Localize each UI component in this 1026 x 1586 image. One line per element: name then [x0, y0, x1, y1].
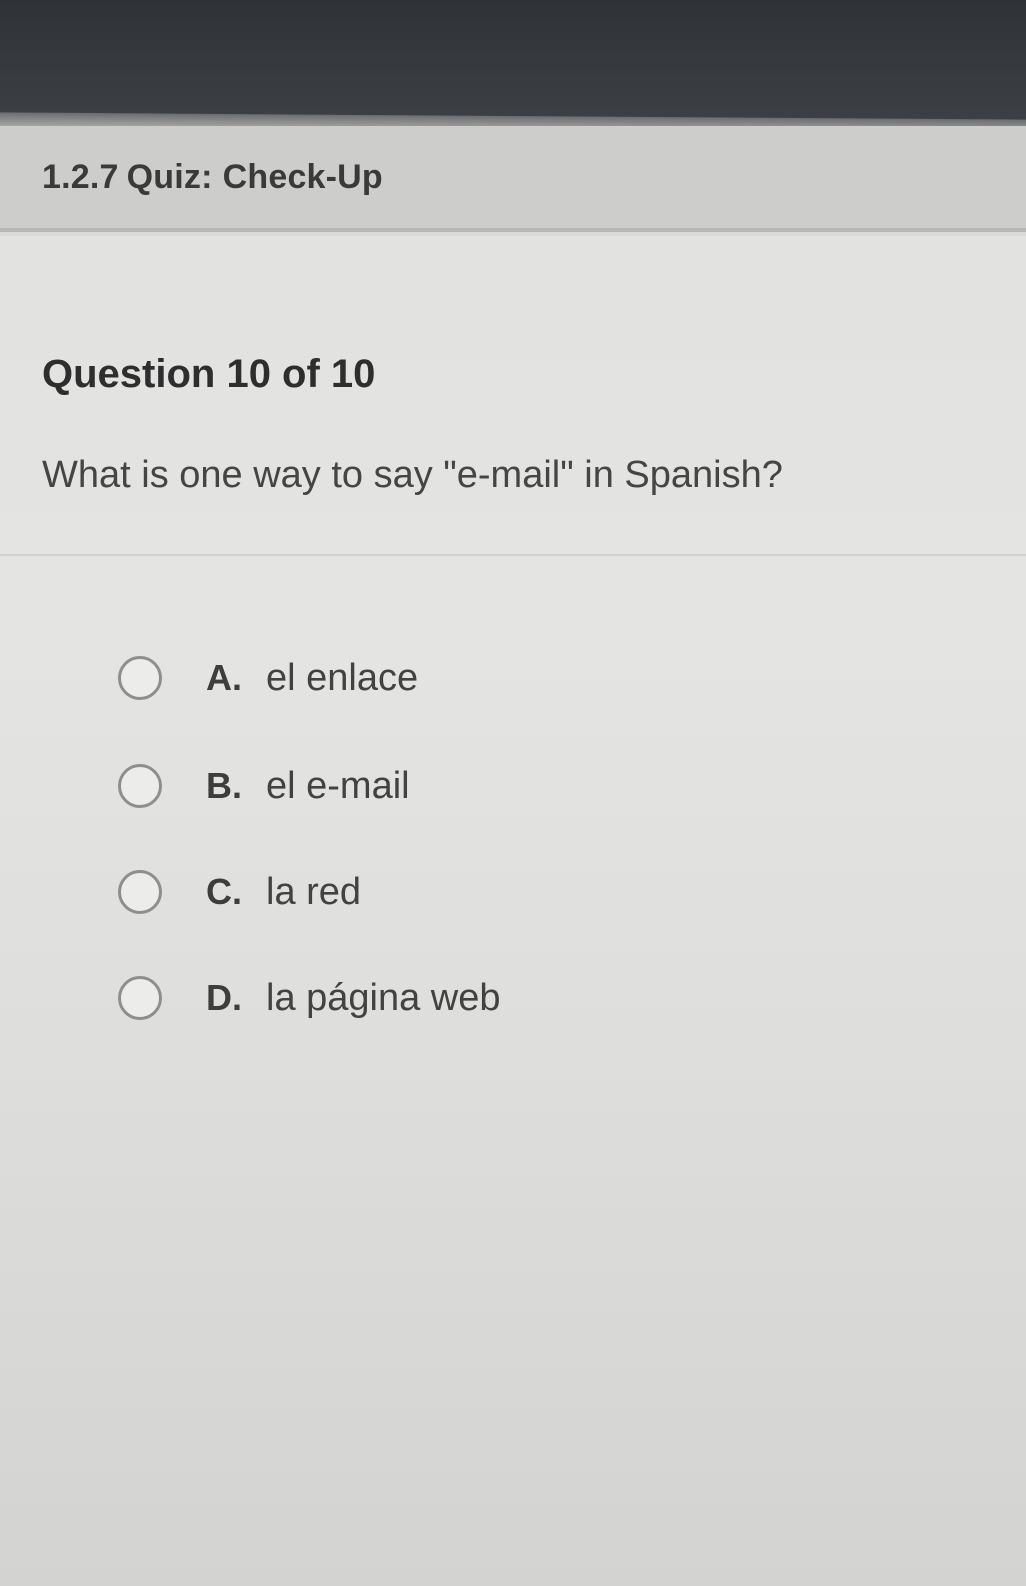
answer-option-d[interactable]: D. la página web	[118, 968, 501, 1028]
option-text: la red	[266, 870, 362, 913]
radio-button-icon[interactable]	[118, 764, 162, 808]
question-prompt: What is one way to say "e-mail" in Spani…	[42, 454, 783, 496]
option-text: el e-mail	[266, 764, 410, 807]
quiz-header: 1.2.7 Quiz: Check-Up	[0, 126, 1026, 232]
radio-button-icon[interactable]	[118, 976, 162, 1020]
question-panel: Question 10 of 10 What is one way to say…	[0, 236, 1026, 1586]
option-text: el enlace	[266, 656, 419, 699]
quiz-type: Quiz:	[126, 158, 213, 196]
option-text: la página web	[266, 976, 501, 1019]
quiz-name: Check-Up	[222, 158, 383, 196]
radio-button-icon[interactable]	[118, 870, 162, 914]
answer-option-b[interactable]: B. el e-mail	[118, 756, 410, 816]
option-letter: B.	[206, 765, 242, 806]
quiz-number: 1.2.7	[42, 158, 119, 196]
option-letter: C.	[206, 871, 242, 912]
radio-button-icon[interactable]	[118, 656, 162, 700]
quiz-title: 1.2.7 Quiz: Check-Up	[42, 158, 383, 197]
app-top-bar	[0, 0, 1026, 120]
answer-option-a[interactable]: A. el enlace	[118, 648, 418, 708]
divider	[0, 554, 1026, 556]
answer-option-c[interactable]: C. la red	[118, 862, 361, 922]
question-counter: Question 10 of 10	[42, 352, 376, 396]
option-letter: D.	[206, 977, 242, 1018]
option-letter: A.	[206, 657, 242, 698]
